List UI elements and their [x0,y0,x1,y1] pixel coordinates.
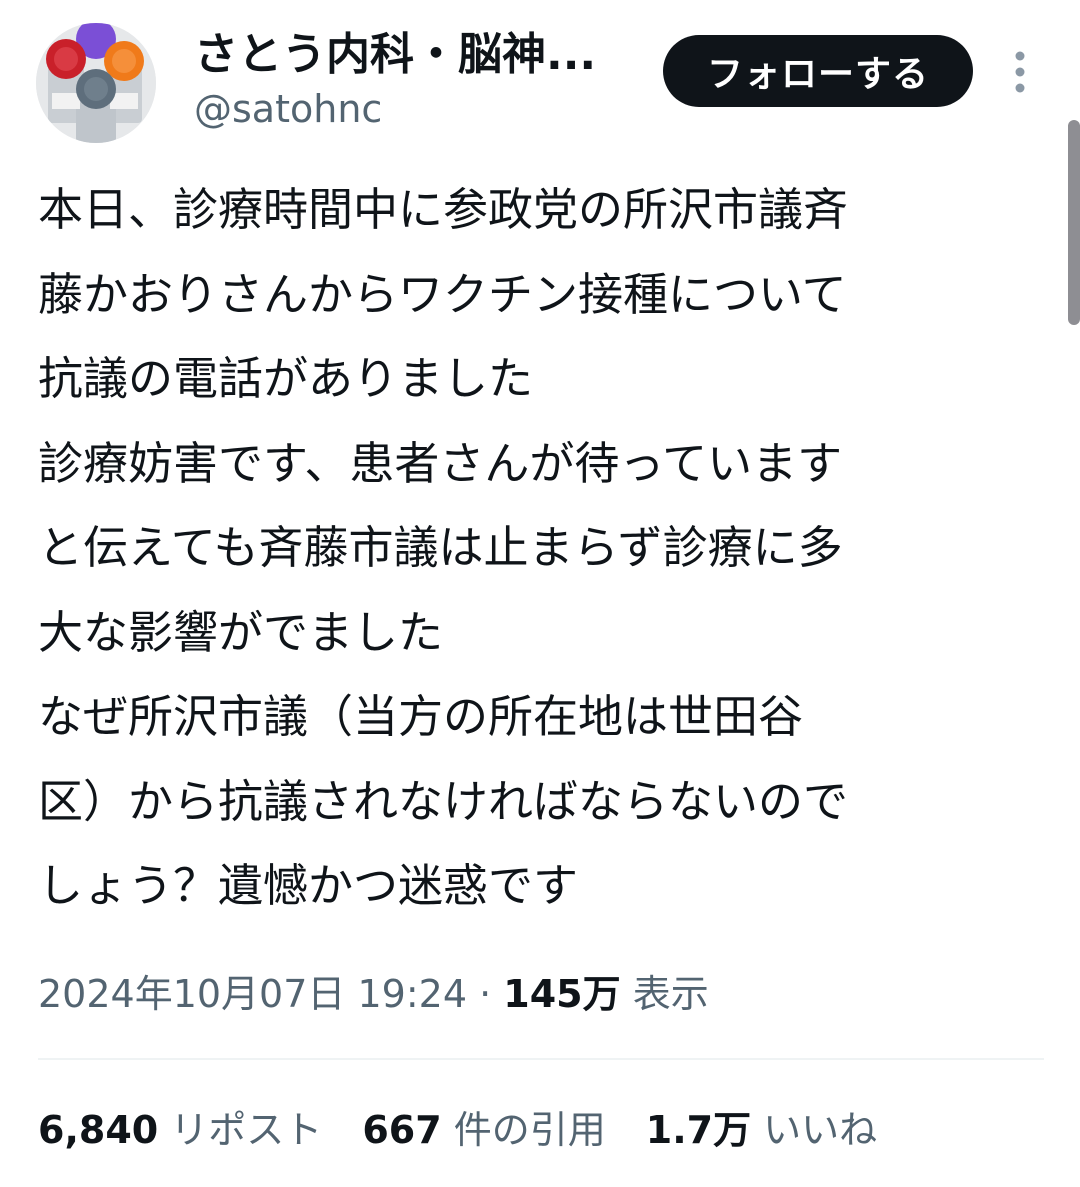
user-handle[interactable]: @satohnc [194,84,382,134]
tweet-line: しょう？遺憾かつ迷惑です [38,859,579,912]
tweet-meta: 2024年10月07日 19:24 · 145万 表示 [38,964,709,1024]
tweet-line: 大な影響がでました [38,605,444,659]
meta-separator: · [479,972,492,1016]
tweet-line: 区）から抗議されなければならないので [38,774,849,828]
quotes-stat[interactable]: 667 件の引用 [362,1100,605,1160]
timestamp[interactable]: 2024年10月07日 19:24 [38,972,467,1016]
follow-button[interactable]: フォローする [663,35,973,107]
engagement-stats: 6,840 リポスト 667 件の引用 1.7万 いいね [38,1100,917,1160]
views-count: 145万 [503,972,621,1016]
reposts-label: リポスト [170,1108,323,1152]
tweet-text: 本日、診療時間中に参政党の所沢市議斉 藤かおりさんからワクチン接種について 抗議… [38,168,1038,929]
tweet-line: 診療妨害です、患者さんが待っています [38,436,843,490]
tweet-line: と伝えても斉藤市議は止まらず診療に多 [38,521,843,574]
quotes-label: 件の引用 [453,1108,606,1152]
tweet-line: なぜ所沢市議（当方の所在地は世田谷 [38,690,804,743]
divider [38,1058,1044,1060]
vaccine-vials-avatar-icon [36,23,156,143]
tweet-detail-page: さとう内科・脳神... @satohnc フォローする 本日、診療時間中に参政党… [0,0,1080,1187]
tweet-line: 抗議の電話がありました [38,352,534,405]
likes-stat[interactable]: 1.7万 いいね [646,1100,877,1160]
quotes-count: 667 [362,1108,442,1152]
scrollbar[interactable] [1068,120,1080,325]
avatar[interactable] [36,23,156,143]
vertical-ellipsis-icon[interactable] [1008,50,1032,94]
likes-count: 1.7万 [645,1108,752,1152]
tweet-line: 本日、診療時間中に参政党の所沢市議斉 [38,183,849,236]
views-label: 表示 [632,972,709,1016]
reposts-count: 6,840 [38,1108,159,1152]
likes-label: いいね [763,1108,878,1152]
reposts-stat[interactable]: 6,840 リポスト [38,1100,322,1160]
tweet-line: 藤かおりさんからワクチン接種について [38,267,847,321]
display-name[interactable]: さとう内科・脳神... [194,27,596,83]
